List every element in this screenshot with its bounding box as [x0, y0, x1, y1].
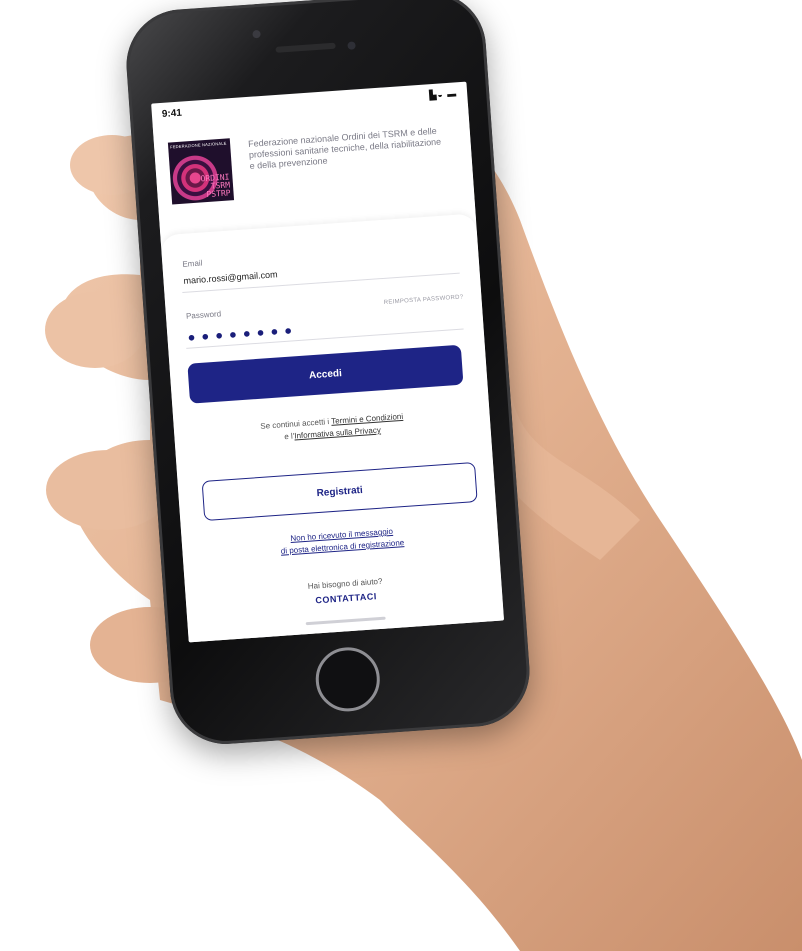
phone-screen: 9:41 ▙◒ ▬ FEDERAZIONE NAZIONALE ORDINI T… [151, 81, 505, 643]
organization-description: Federazione nazionale Ordini dei TSRM e … [247, 125, 442, 171]
terms-middle: e l' [284, 431, 295, 442]
status-time: 9:41 [161, 107, 183, 120]
resend-email-link[interactable]: Non ho ricevuto il messaggio di posta el… [222, 521, 463, 562]
phone-device: 9:41 ▙◒ ▬ FEDERAZIONE NAZIONALE ORDINI T… [122, 0, 534, 748]
logo-caption: FEDERAZIONE NAZIONALE [170, 140, 227, 150]
login-button[interactable]: Accedi [187, 344, 464, 404]
signal-wifi-battery-icon: ▙◒ ▬ [429, 88, 458, 101]
email-field[interactable]: mario.rossi@gmail.com [183, 269, 278, 286]
forgot-password-link[interactable]: REIMPOSTA PASSWORD? [384, 294, 464, 306]
terms-link[interactable]: Termini e Condizioni [331, 412, 403, 426]
privacy-link[interactable]: Informativa sulla Privacy [294, 425, 381, 440]
password-label: Password [185, 309, 222, 321]
email-label: Email [182, 258, 203, 269]
logo-text: ORDINI TSRM PSTRP [200, 172, 231, 200]
terms-notice: Se continui accetti i Termini e Condizio… [204, 407, 461, 449]
tsrm-logo: FEDERAZIONE NAZIONALE ORDINI TSRM PSTRP [167, 138, 235, 205]
register-button[interactable]: Registrati [201, 461, 478, 521]
login-form: Email mario.rossi@gmail.com Password REI… [160, 213, 505, 643]
